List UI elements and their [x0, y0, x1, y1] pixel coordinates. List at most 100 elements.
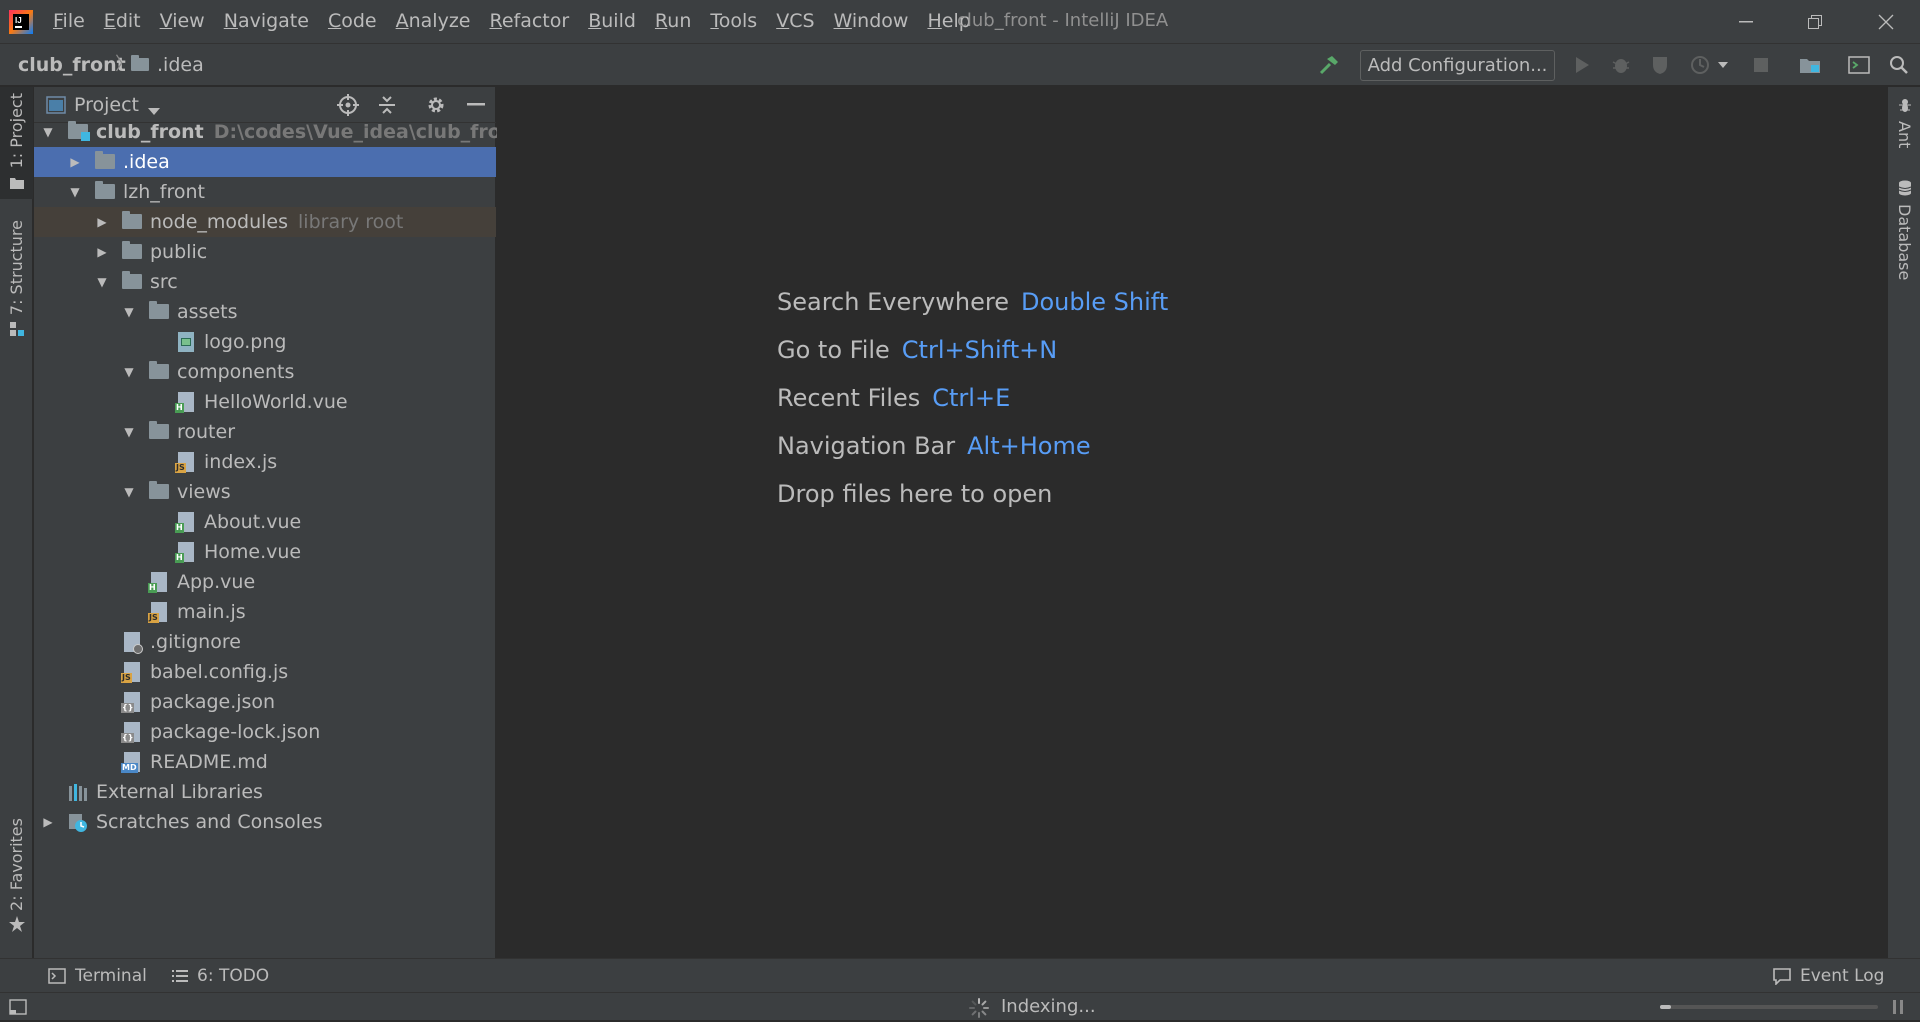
menu-refactor[interactable]: Refactor [489, 0, 569, 43]
tree-item[interactable]: H About.vue [34, 507, 496, 537]
menu-build[interactable]: Build [588, 0, 636, 43]
tree-item-label: External Libraries [96, 781, 263, 803]
breadcrumb-project[interactable]: club_front [18, 44, 126, 86]
toggle-tool-windows-icon[interactable] [9, 999, 27, 1019]
tree-item[interactable]: External Libraries [34, 777, 496, 807]
terminal-toolbar-icon[interactable] [1847, 53, 1871, 77]
search-icon[interactable] [1887, 53, 1911, 77]
tree-item[interactable]: JS index.js [34, 447, 496, 477]
collapsed-arrow-icon[interactable]: ▶ [41, 807, 55, 837]
menu-code[interactable]: Code [328, 0, 377, 43]
expanded-arrow-icon[interactable]: ▼ [41, 117, 55, 147]
expanded-arrow-icon[interactable]: ▼ [122, 417, 136, 447]
tree-item[interactable]: ▼ src [34, 267, 496, 297]
tree-item[interactable]: MD README.md [34, 747, 496, 777]
tree-item[interactable]: H App.vue [34, 567, 496, 597]
expanded-arrow-icon[interactable]: ▼ [122, 297, 136, 327]
editor-empty-area[interactable]: Search Everywhere Double Shift Go to File C… [497, 87, 1886, 958]
tree-item[interactable]: ▼ club_front D:\codes\Vue_idea\club_front [34, 117, 523, 147]
tree-item[interactable]: {} package.json [34, 687, 496, 717]
menu-navigate[interactable]: Navigate [224, 0, 309, 43]
stop-icon[interactable] [1749, 53, 1773, 77]
status-bar: Indexing... [0, 992, 1920, 1020]
tree-item[interactable]: H HelloWorld.vue [34, 387, 496, 417]
folder-icon [131, 55, 151, 72]
tree-item[interactable]: JS main.js [34, 597, 496, 627]
collapsed-arrow-icon[interactable]: ▶ [95, 237, 109, 267]
tree-item[interactable]: .gitignore [34, 627, 496, 657]
tree-item-label: index.js [204, 451, 278, 473]
breadcrumb-idea[interactable]: .idea [157, 44, 204, 86]
tree-item[interactable]: ▶ node_modules library root [34, 207, 496, 237]
tree-item-label: Home.vue [204, 541, 302, 563]
menu-view[interactable]: View [160, 0, 205, 43]
tree-item-label: .idea [123, 151, 170, 173]
menu-tools[interactable]: Tools [710, 0, 757, 43]
expanded-arrow-icon[interactable]: ▼ [68, 177, 82, 207]
collapsed-arrow-icon[interactable]: ▶ [68, 147, 82, 177]
menu-file[interactable]: File [53, 0, 85, 43]
locate-target-icon[interactable] [336, 93, 360, 117]
tree-item-label: club_front D:\codes\Vue_idea\club_front [96, 121, 524, 143]
favorites-tool-tab[interactable]: 2: Favorites [0, 812, 33, 942]
database-tool-tab[interactable]: Database [1888, 180, 1920, 280]
expanded-arrow-icon[interactable]: ▼ [122, 357, 136, 387]
project-structure-icon[interactable] [1798, 53, 1822, 77]
database-icon [1898, 180, 1912, 200]
tree-item[interactable]: logo.png [34, 327, 496, 357]
tree-item[interactable]: ▼ assets [34, 297, 496, 327]
menu-run[interactable]: Run [655, 0, 691, 43]
debug-icon[interactable] [1609, 53, 1633, 77]
tree-item-label: babel.config.js [150, 661, 289, 683]
minimize-button[interactable] [1718, 0, 1774, 43]
pause-icon[interactable] [1892, 999, 1904, 1019]
collapsed-arrow-icon[interactable]: ▶ [95, 207, 109, 237]
run-with-coverage-icon[interactable] [1648, 53, 1672, 77]
module-folder-icon [68, 121, 90, 142]
tree-item[interactable]: ▶ .idea [34, 147, 496, 177]
tree-item-label: About.vue [204, 511, 302, 533]
menu-window[interactable]: Window [834, 0, 909, 43]
profile-icon[interactable] [1688, 53, 1712, 77]
tree-item[interactable]: H Home.vue [34, 537, 496, 567]
title-bar: IJ File Edit View Navigate Code Analyze Refact… [0, 0, 1920, 43]
gear-icon[interactable] [424, 93, 448, 117]
run-icon[interactable] [1570, 53, 1594, 77]
menu-edit[interactable]: Edit [104, 0, 141, 43]
build-hammer-icon[interactable] [1317, 53, 1341, 77]
hide-panel-icon[interactable] [464, 93, 488, 117]
terminal-tool-button[interactable]: Terminal [48, 959, 147, 993]
tree-item-label: src [150, 271, 178, 293]
event-log-button[interactable]: Event Log [1772, 959, 1884, 993]
tree-item-hint: library root [298, 211, 404, 233]
hint-label: Search Everywhere [777, 288, 1009, 316]
star-icon [8, 916, 25, 936]
restore-button[interactable] [1787, 0, 1843, 43]
expanded-arrow-icon[interactable]: ▼ [95, 267, 109, 297]
left-tool-strip: 1: Project 7: Structure 2: Favorites [0, 87, 33, 958]
editor-hint: Recent Files Ctrl+E [777, 384, 1010, 412]
project-tool-tab[interactable]: 1: Project [0, 87, 33, 199]
tree-item[interactable]: ▼ views [34, 477, 496, 507]
tree-item[interactable]: ▼ router [34, 417, 496, 447]
menu-vcs[interactable]: VCS [776, 0, 814, 43]
tree-item[interactable]: ▶ Scratches and Consoles [34, 807, 496, 837]
js-file-icon: JS [121, 662, 142, 683]
structure-tool-tab[interactable]: 7: Structure [0, 215, 33, 345]
collapse-all-icon[interactable] [375, 93, 399, 117]
tree-item[interactable]: ▶ public [34, 237, 496, 267]
tree-item[interactable]: {} package-lock.json [34, 717, 496, 747]
progress-fill [1660, 1005, 1671, 1009]
tree-item[interactable]: ▼ components [34, 357, 496, 387]
ant-tool-tab[interactable]: Ant [1888, 97, 1920, 148]
close-button[interactable] [1858, 0, 1914, 43]
tree-item[interactable]: JS babel.config.js [34, 657, 496, 687]
folder-icon [149, 301, 169, 322]
expanded-arrow-icon[interactable]: ▼ [122, 477, 136, 507]
todo-tool-button[interactable]: 6: TODO [172, 959, 269, 993]
tree-item[interactable]: ▼ lzh_front [34, 177, 496, 207]
project-tool-window: Project ▼ club_front D:\codes\Vue_idea\clu… [34, 87, 523, 958]
menu-analyze[interactable]: Analyze [396, 0, 471, 43]
add-configuration-button[interactable]: Add Configuration... [1360, 50, 1555, 81]
chevron-down-icon[interactable] [1716, 53, 1730, 77]
